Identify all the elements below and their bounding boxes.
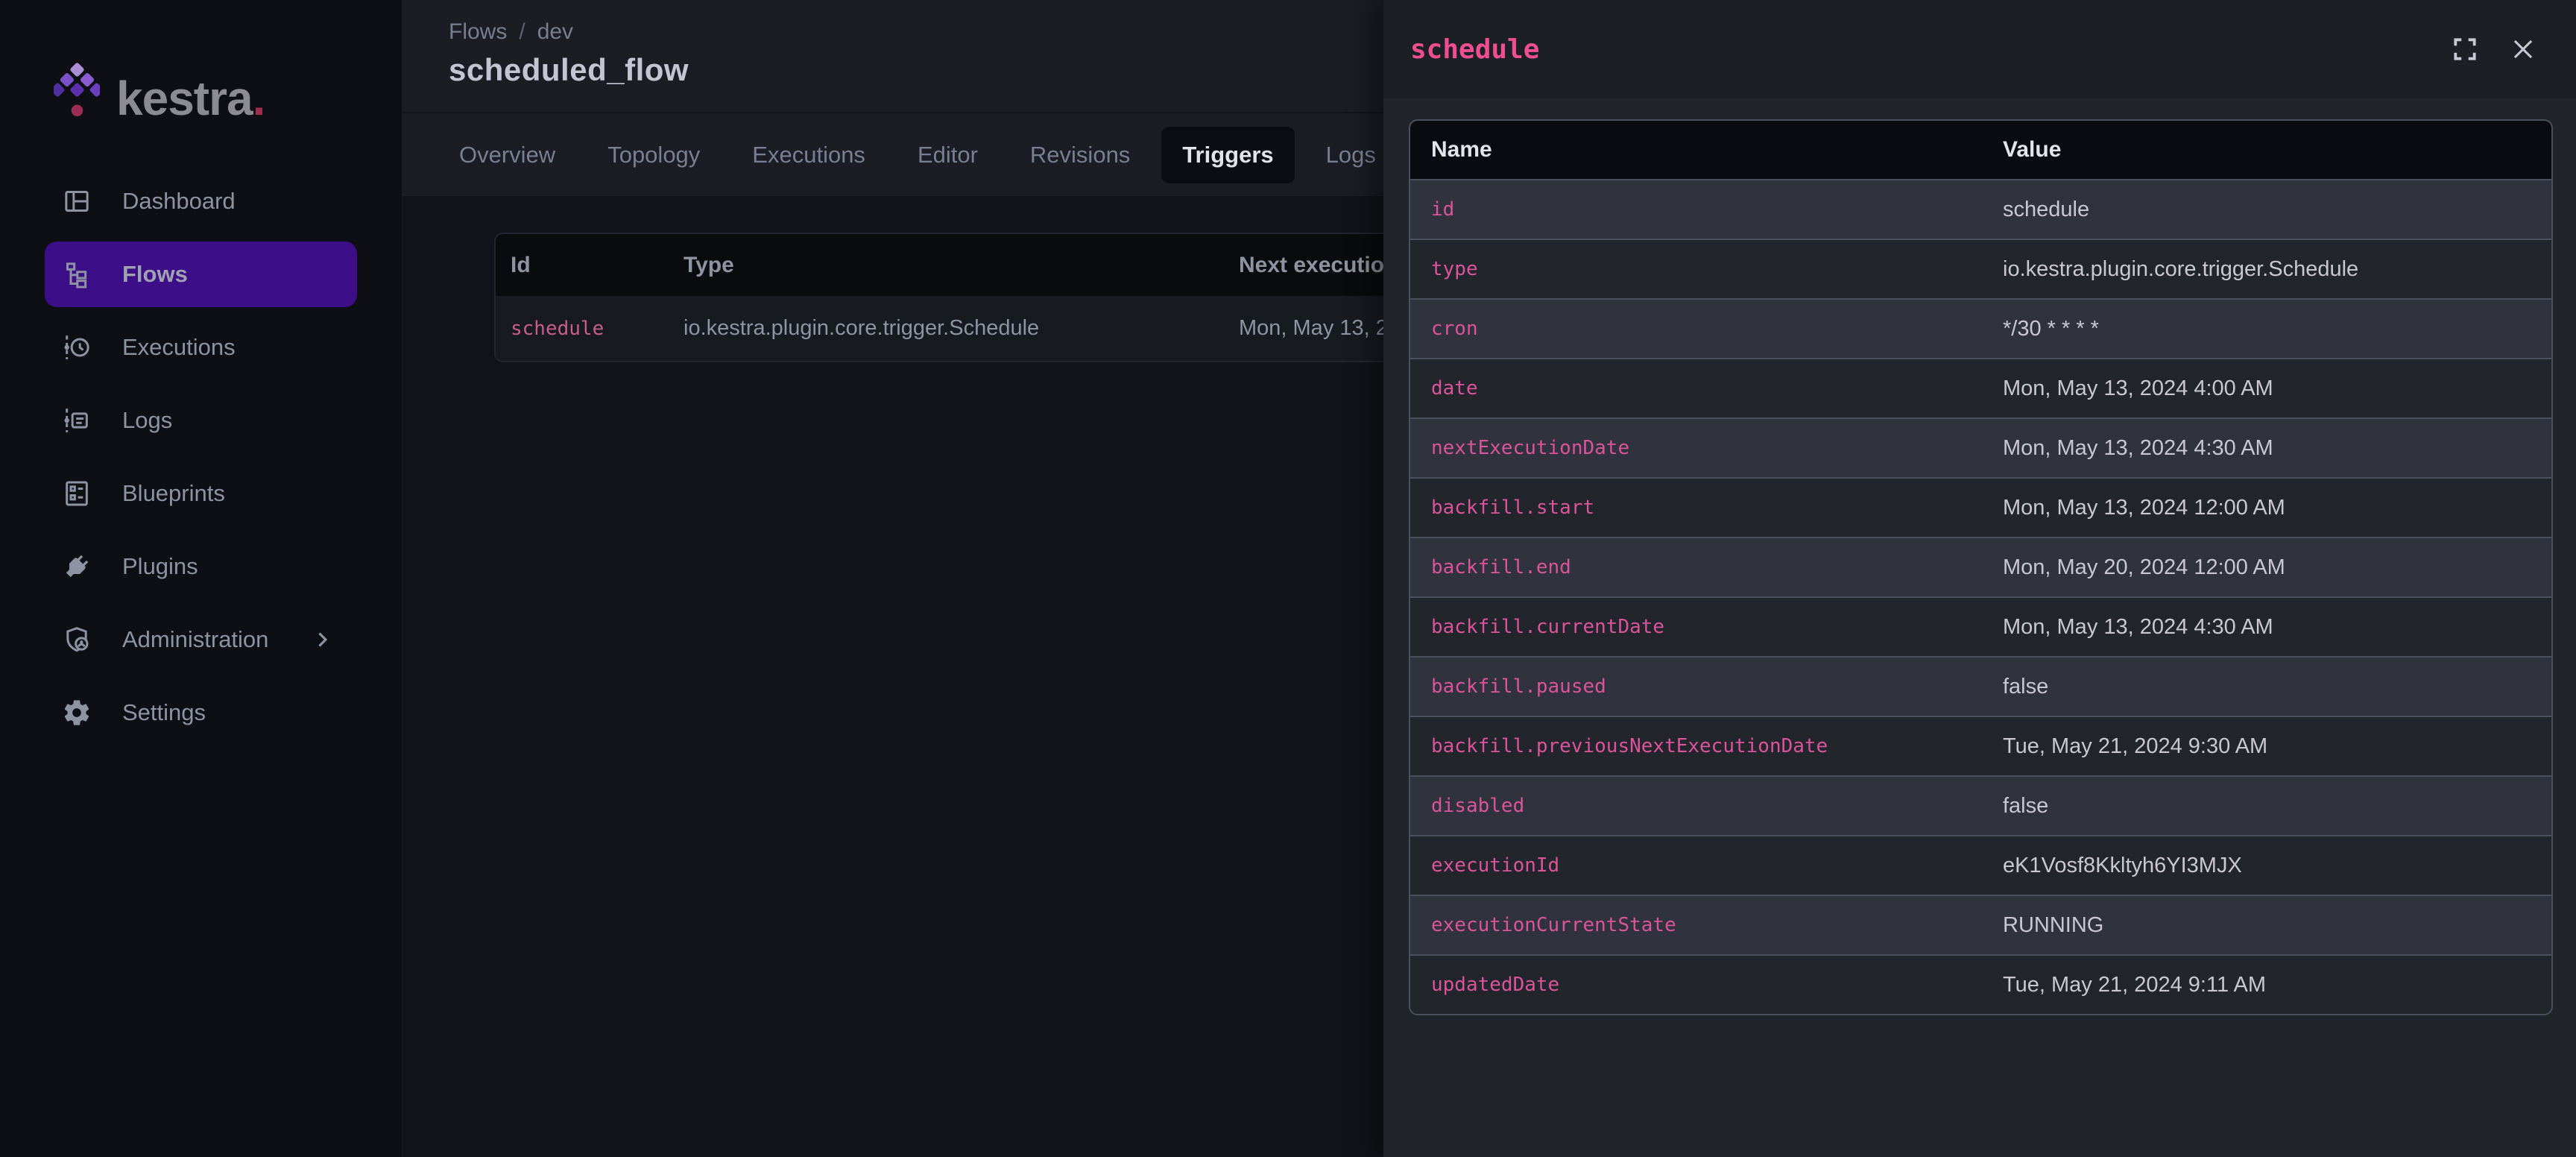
executions-icon <box>61 332 92 363</box>
tab-revisions[interactable]: Revisions <box>1009 127 1151 183</box>
blueprints-icon <box>61 478 92 509</box>
sidebar-item-flows[interactable]: Flows <box>45 242 357 307</box>
property-name: nextExecutionDate <box>1410 437 1988 459</box>
property-name: updatedDate <box>1410 974 1988 996</box>
sidebar-item-label: Blueprints <box>122 480 225 507</box>
drawer-table-row: executionCurrentStateRUNNING <box>1410 895 2551 954</box>
sidebar-item-plugins[interactable]: Plugins <box>45 534 357 599</box>
property-value: schedule <box>1988 198 2551 222</box>
drawer-actions <box>2451 35 2537 63</box>
sidebar-item-settings[interactable]: Settings <box>45 680 357 745</box>
drawer-table-row: updatedDateTue, May 21, 2024 9:11 AM <box>1410 954 2551 1014</box>
settings-icon <box>61 697 92 728</box>
sidebar-item-label: Logs <box>122 407 172 434</box>
drawer-table-row: nextExecutionDateMon, May 13, 2024 4:30 … <box>1410 417 2551 477</box>
drawer-table-body: idscheduletypeio.kestra.plugin.core.trig… <box>1410 179 2551 1014</box>
breadcrumb-item-dev[interactable]: dev <box>537 19 573 45</box>
sidebar-item-label: Administration <box>122 626 268 653</box>
sidebar-nav: Dashboard Flows Executions Logs Blueprints Pl… <box>0 168 402 745</box>
property-value: false <box>1988 675 2551 699</box>
property-value: Tue, May 21, 2024 9:11 AM <box>1988 973 2551 997</box>
drawer-table-row: backfill.pausedfalse <box>1410 656 2551 716</box>
brand-dot: . <box>253 75 266 122</box>
sidebar-item-dashboard[interactable]: Dashboard <box>45 168 357 234</box>
tab-executions[interactable]: Executions <box>731 127 886 183</box>
property-value: io.kestra.plugin.core.trigger.Schedule <box>1988 257 2551 282</box>
property-name: backfill.currentDate <box>1410 616 1988 638</box>
kestra-logo[interactable]: kestra. <box>0 0 402 122</box>
trigger-id-link[interactable]: schedule <box>496 318 669 340</box>
sidebar-item-label: Flows <box>122 261 188 288</box>
expand-icon[interactable] <box>2451 35 2479 63</box>
property-name: backfill.previousNextExecutionDate <box>1410 735 1988 757</box>
property-value: Mon, May 13, 2024 4:30 AM <box>1988 615 2551 640</box>
property-name: date <box>1410 377 1988 400</box>
sidebar-item-administration[interactable]: Administration <box>45 607 357 672</box>
drawer-table-row: typeio.kestra.plugin.core.trigger.Schedu… <box>1410 239 2551 298</box>
drawer-title: schedule <box>1410 34 1539 65</box>
drawer-table: Name Value idscheduletypeio.kestra.plugi… <box>1409 119 2553 1015</box>
chevron-right-icon <box>309 627 335 652</box>
drawer-table-row: cron*/30 * * * * <box>1410 298 2551 358</box>
property-name: backfill.paused <box>1410 675 1988 698</box>
sidebar-item-logs[interactable]: Logs <box>45 388 357 453</box>
sidebar-item-label: Plugins <box>122 553 198 580</box>
administration-icon <box>61 624 92 655</box>
drawer-table-row: dateMon, May 13, 2024 4:00 AM <box>1410 358 2551 417</box>
property-name: executionId <box>1410 854 1988 877</box>
property-value: Mon, May 13, 2024 4:00 AM <box>1988 376 2551 401</box>
property-value: RUNNING <box>1988 913 2551 938</box>
property-name: backfill.end <box>1410 556 1988 578</box>
drawer-table-row: idschedule <box>1410 179 2551 239</box>
drawer-header: schedule <box>1383 0 2576 98</box>
drawer-table-row: backfill.currentDateMon, May 13, 2024 4:… <box>1410 596 2551 656</box>
column-header-value: Value <box>1988 137 2551 163</box>
drawer-table-row: backfill.previousNextExecutionDateTue, M… <box>1410 716 2551 775</box>
dashboard-icon <box>61 186 92 217</box>
property-name: id <box>1410 198 1988 221</box>
property-name: disabled <box>1410 795 1988 817</box>
breadcrumb-item-flows[interactable]: Flows <box>449 19 507 45</box>
trigger-type-cell: io.kestra.plugin.core.trigger.Schedule <box>669 316 1224 341</box>
sidebar-item-label: Dashboard <box>122 188 236 215</box>
property-value: Mon, May 13, 2024 4:30 AM <box>1988 436 2551 461</box>
close-icon[interactable] <box>2509 35 2537 63</box>
logs-icon <box>61 405 92 436</box>
sidebar-item-blueprints[interactable]: Blueprints <box>45 461 357 526</box>
sidebar: kestra. Dashboard Flows Executions Logs Blue… <box>0 0 402 1157</box>
breadcrumb-separator: / <box>519 19 525 45</box>
drawer-table-row: executionIdeK1Vosf8Kkltyh6YI3MJX <box>1410 835 2551 895</box>
property-name: type <box>1410 258 1988 280</box>
sidebar-item-label: Settings <box>122 699 206 726</box>
column-header-name: Name <box>1410 137 1988 163</box>
property-value: Mon, May 13, 2024 12:00 AM <box>1988 496 2551 520</box>
tab-overview[interactable]: Overview <box>438 127 576 183</box>
property-value: Mon, May 20, 2024 12:00 AM <box>1988 555 2551 580</box>
column-header-type: Type <box>669 253 1224 278</box>
plugins-icon <box>61 551 92 582</box>
flows-icon <box>61 259 92 290</box>
drawer-table-row: backfill.startMon, May 13, 2024 12:00 AM <box>1410 477 2551 537</box>
tab-triggers[interactable]: Triggers <box>1161 127 1294 183</box>
drawer-body: Name Value idscheduletypeio.kestra.plugi… <box>1383 98 2576 1015</box>
sidebar-item-label: Executions <box>122 334 236 361</box>
property-value: eK1Vosf8Kkltyh6YI3MJX <box>1988 854 2551 878</box>
property-name: executionCurrentState <box>1410 914 1988 936</box>
tab-editor[interactable]: Editor <box>897 127 999 183</box>
property-name: backfill.start <box>1410 496 1988 519</box>
brand-name: kestra <box>116 75 253 122</box>
property-value: */30 * * * * <box>1988 317 2551 341</box>
property-value: false <box>1988 794 2551 819</box>
drawer-table-row: backfill.endMon, May 20, 2024 12:00 AM <box>1410 537 2551 596</box>
kestra-logo-icon <box>54 63 100 122</box>
drawer: schedule Name Value idscheduletypeio.kes… <box>1383 0 2576 1157</box>
column-header-id: Id <box>496 253 669 278</box>
drawer-table-header: Name Value <box>1410 121 2551 179</box>
sidebar-item-executions[interactable]: Executions <box>45 315 357 380</box>
tab-topology[interactable]: Topology <box>587 127 721 183</box>
drawer-table-row: disabledfalse <box>1410 775 2551 835</box>
property-name: cron <box>1410 318 1988 340</box>
property-value: Tue, May 21, 2024 9:30 AM <box>1988 734 2551 759</box>
